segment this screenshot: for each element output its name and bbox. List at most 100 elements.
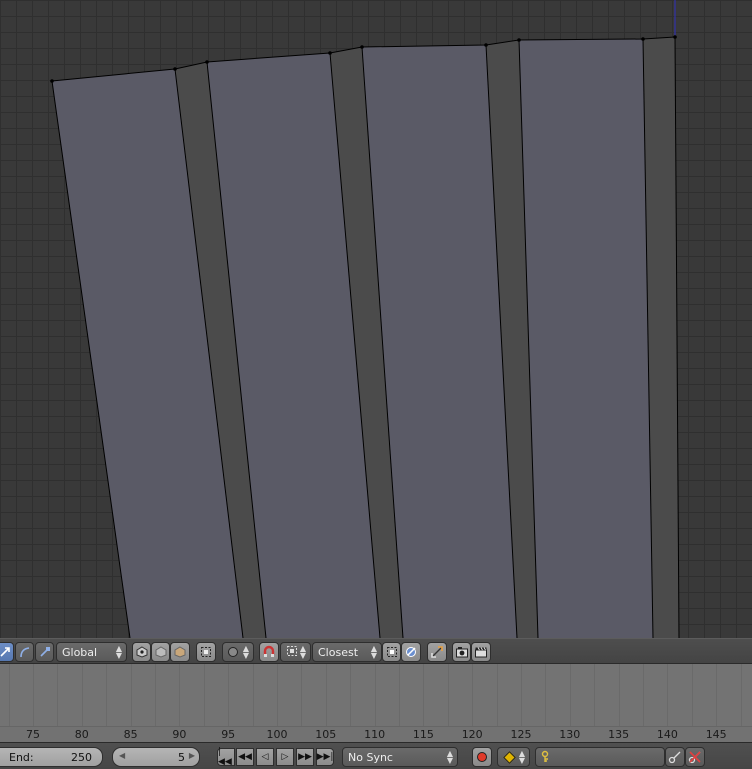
transform-orientation-label: Global bbox=[62, 645, 98, 659]
frame-ruler-label: 95 bbox=[221, 728, 236, 741]
frame-ruler-label: 120 bbox=[461, 728, 483, 741]
timeline-grid-line bbox=[33, 664, 34, 726]
frame-ruler-label: 125 bbox=[510, 728, 532, 741]
timeline-grid-line bbox=[423, 664, 424, 726]
timeline-grid-line bbox=[228, 664, 229, 726]
jump-to-end-icon[interactable]: ▶▶| bbox=[316, 748, 334, 766]
keying-set-field[interactable] bbox=[535, 747, 665, 767]
timeline-grid-line bbox=[399, 664, 400, 726]
vertex-select-icon[interactable] bbox=[132, 642, 151, 662]
timeline-grid-line bbox=[179, 664, 180, 726]
timeline-grid-line bbox=[375, 664, 376, 726]
timeline-grid-line bbox=[497, 664, 498, 726]
end-frame-value: 250 bbox=[71, 750, 92, 764]
frame-ruler-label: 80 bbox=[74, 728, 89, 741]
dropdown-arrows-icon: ▲ ▼ bbox=[518, 749, 525, 765]
timeline-grid-line bbox=[326, 664, 327, 726]
scale-manipulator-icon[interactable] bbox=[35, 642, 54, 662]
render-animation-icon[interactable] bbox=[471, 642, 491, 662]
timeline-grid-line bbox=[82, 664, 83, 726]
edge-select-icon[interactable] bbox=[151, 642, 170, 662]
timeline-grid-line bbox=[350, 664, 351, 726]
dropdown-arrows-icon: ▲ ▼ bbox=[242, 644, 249, 660]
timeline-grid-line bbox=[57, 664, 58, 726]
frame-ruler-label: 100 bbox=[266, 728, 288, 741]
timeline-grid-line bbox=[667, 664, 668, 726]
frame-ruler-label: 115 bbox=[412, 728, 434, 741]
proportional-edit-icon[interactable] bbox=[259, 642, 279, 662]
frame-ruler-label: 75 bbox=[26, 728, 40, 741]
pivot-point-dropdown[interactable]: ▲ ▼ bbox=[222, 642, 254, 662]
snap-target-label: Closest bbox=[318, 645, 359, 659]
frame-ruler-label: 85 bbox=[123, 728, 138, 741]
increment-arrow-icon[interactable]: ▶ bbox=[189, 751, 195, 760]
timeline-grid-line bbox=[204, 664, 205, 726]
dropdown-arrows-icon: ▲ ▼ bbox=[370, 644, 377, 660]
keying-set-icon bbox=[541, 750, 549, 762]
timeline-grid-line bbox=[301, 664, 302, 726]
frame-ruler-label: 135 bbox=[608, 728, 630, 741]
snap-toggle-icon[interactable] bbox=[382, 642, 401, 662]
viewport-header: Global ▲ ▼ ▲ ▼ ▲ ▼ Closest ▲ ▼ bbox=[0, 638, 752, 664]
timeline-grid-line bbox=[253, 664, 254, 726]
timeline-grid-line bbox=[741, 664, 742, 726]
pivot-icon bbox=[228, 647, 238, 657]
rotate-manipulator-icon[interactable] bbox=[15, 642, 34, 662]
jump-to-prev-keyframe-icon[interactable]: ◀◀ bbox=[236, 748, 254, 766]
render-still-icon[interactable] bbox=[452, 642, 471, 662]
record-dot-icon bbox=[477, 752, 487, 762]
timeline-grid-line bbox=[9, 664, 10, 726]
snap-target-icon[interactable] bbox=[427, 642, 447, 662]
timeline-grid-line bbox=[131, 664, 132, 726]
align-rotation-icon[interactable] bbox=[401, 642, 421, 662]
snap-element-dropdown[interactable]: ▲ ▼ bbox=[280, 642, 311, 662]
keying-mode-dropdown[interactable]: ▲ ▼ bbox=[497, 747, 530, 767]
mesh-canvas bbox=[50, 0, 680, 638]
keyframe-diamond-icon bbox=[503, 750, 516, 764]
frame-ruler-label: 130 bbox=[559, 728, 581, 741]
delete-keyframe-icon[interactable] bbox=[685, 747, 705, 767]
frame-ruler-label: 105 bbox=[315, 728, 337, 741]
translate-manipulator-icon[interactable] bbox=[0, 642, 14, 662]
play-icon[interactable]: ▷ bbox=[276, 748, 294, 766]
timeline-grid-line bbox=[570, 664, 571, 726]
timeline-grid-line bbox=[692, 664, 693, 726]
sync-mode-dropdown[interactable]: No Sync ▲ ▼ bbox=[342, 747, 458, 767]
frame-ruler-label: 140 bbox=[656, 728, 678, 741]
timeline-grid-line bbox=[106, 664, 107, 726]
3d-viewport[interactable] bbox=[0, 0, 752, 638]
dropdown-arrows-icon: ▲ ▼ bbox=[299, 644, 306, 660]
timeline-grid-line bbox=[448, 664, 449, 726]
insert-keyframe-icon[interactable] bbox=[665, 747, 685, 767]
timeline-grid-line bbox=[472, 664, 473, 726]
timeline-grid-line bbox=[716, 664, 717, 726]
frame-ruler-label: 110 bbox=[364, 728, 386, 741]
end-frame-label: End: bbox=[9, 750, 34, 764]
decrement-arrow-icon[interactable]: ◀ bbox=[119, 751, 125, 760]
timeline-grid-line bbox=[545, 664, 546, 726]
timeline-grid-line bbox=[619, 664, 620, 726]
dropdown-arrows-icon: ▲ ▼ bbox=[446, 749, 453, 765]
snap-element-icon bbox=[286, 645, 298, 660]
timeline-grid-line bbox=[521, 664, 522, 726]
play-reverse-icon[interactable]: ◁ bbox=[256, 748, 274, 766]
auto-keying-record-icon[interactable] bbox=[472, 747, 492, 767]
frame-ruler[interactable]: 75 80 85 90 95 100 105 110 115 120 125 130 135 140 145 bbox=[0, 726, 752, 742]
frame-ruler-label: 90 bbox=[172, 728, 187, 741]
end-frame-field[interactable]: End: 250 bbox=[0, 747, 103, 767]
jump-to-next-keyframe-icon[interactable]: ▶▶ bbox=[296, 748, 314, 766]
timeline-editor[interactable]: 75 80 85 90 95 100 105 110 115 120 125 130 135 140 145 bbox=[0, 664, 752, 742]
timeline-grid-line bbox=[594, 664, 595, 726]
sync-mode-label: No Sync bbox=[348, 750, 393, 764]
jump-to-start-icon[interactable]: |◀◀ bbox=[217, 747, 235, 767]
frame-ruler-label: 145 bbox=[705, 728, 727, 741]
blender-window: Global ▲ ▼ ▲ ▼ ▲ ▼ Closest ▲ ▼ 75 80 85 … bbox=[0, 0, 752, 769]
mesh-face bbox=[519, 39, 653, 638]
face-select-icon[interactable] bbox=[170, 642, 190, 662]
transform-orientation-dropdown[interactable]: Global ▲ ▼ bbox=[56, 642, 127, 662]
snap-target-dropdown[interactable]: Closest ▲ ▼ bbox=[312, 642, 382, 662]
timeline-header: End: 250 ◀ 5 ▶ |◀◀ ◀◀ ◁ ▷ ▶▶ ▶▶| No Sync… bbox=[0, 742, 752, 769]
current-frame-value: 5 bbox=[178, 750, 185, 764]
current-frame-field[interactable]: ◀ 5 ▶ bbox=[112, 747, 200, 767]
limit-selection-icon[interactable] bbox=[196, 642, 216, 662]
